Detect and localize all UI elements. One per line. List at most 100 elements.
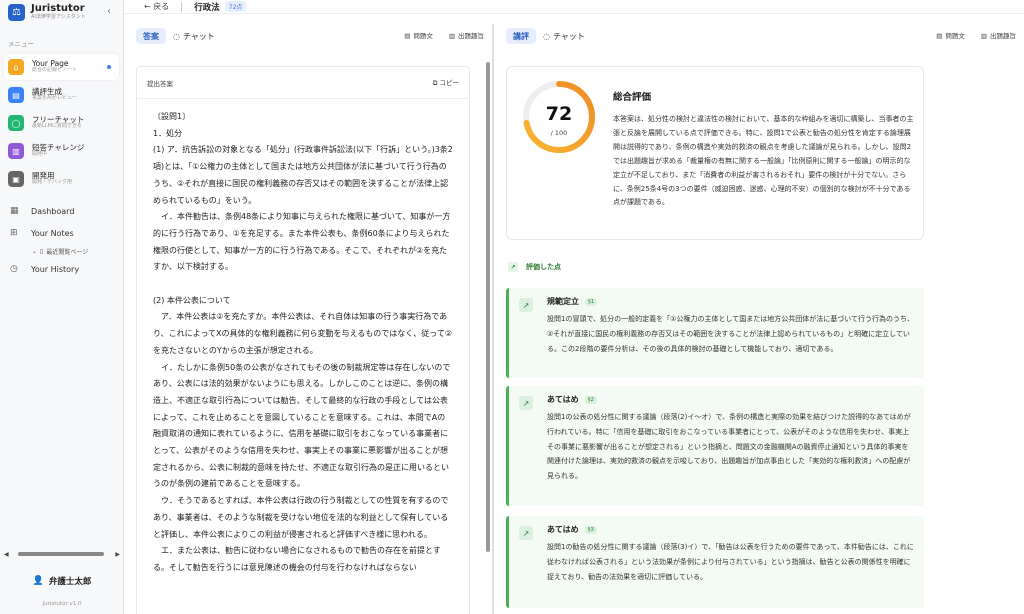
scrollbar-thumb[interactable] [486, 62, 490, 552]
answer-paragraph: イ．たしかに条例50条の公表がなされてもその後の制裁規定等は存在しないのであり、… [153, 362, 451, 489]
scrollbar-thumb[interactable] [17, 552, 104, 556]
question-text-label: 問題文 [413, 32, 433, 40]
good-point-title-text: あてはめ [547, 525, 579, 534]
score-value: 72 [545, 103, 573, 125]
question-text-button[interactable]: ▤ 問題文 [936, 30, 965, 40]
clock-icon: ◷ [10, 264, 18, 274]
sidebar-item-1[interactable]: ▤ 講評生成 答案をAIがレビュー [4, 82, 119, 108]
brand[interactable]: ⚖ Juristutor AI法律学習アシスタント [0, 0, 123, 24]
sidebar-item-subtitle: 答案をAIがレビュー [32, 95, 77, 102]
good-points-label: 評価した点 [526, 263, 561, 271]
sidebar-item-4[interactable]: ▣ 開発用 開発・デバッグ用 [4, 166, 119, 192]
dashboard-label: Dashboard [31, 206, 75, 216]
book-icon: ▥ [8, 143, 24, 159]
arrow-left-icon: ← [144, 2, 151, 11]
score-badge: 72点 [224, 1, 247, 12]
nav-list: ⌂ Your Page 総合の記録とノート ▤ 講評生成 答案をAIがレビュー ◯ フリーチャ… [0, 54, 123, 192]
user-profile[interactable]: 👤 弁護士太郎 [0, 575, 123, 587]
app-root: ⚖ Juristutor AI法律学習アシスタント ‹ メニュー ⌂ Your P… [0, 0, 1024, 614]
copy-button[interactable]: ⧉ コピー [433, 77, 459, 88]
overall-evaluation-card: 72 / 100 総合評価 本答案は、処分性の検討と違法性の検討において、基本的… [506, 66, 924, 240]
score-gauge: 72 / 100 [521, 79, 597, 155]
trending-up-icon: ↗ [519, 298, 533, 312]
sidebar-item-3[interactable]: ▥ 短答チャレンジ 開発中 [4, 138, 119, 164]
scales-icon: ⚖ [8, 3, 25, 21]
grid-icon: ▦ [10, 206, 19, 216]
terminal-icon: ▣ [8, 171, 24, 187]
user-icon: 👤 [32, 576, 44, 586]
answer-tabs: 答案 ◌ チャット ▤ 問題文 ▥ 出題趣旨 [124, 24, 492, 48]
book-icon: ▥ [980, 32, 987, 40]
good-point-title-text: 規範定立 [547, 297, 579, 306]
section-badge: §3 [584, 525, 597, 534]
document-icon: ▤ [936, 32, 943, 40]
document-icon: ▤ [8, 87, 24, 103]
sidebar-item-subtitle: 開発・デバッグ用 [32, 179, 73, 186]
good-point-text: 設問1の勧告の処分性に関する議論（段落(3)イ）で、「勧告は公表を行うための要件… [547, 543, 914, 581]
trending-up-icon: ↗ [508, 262, 518, 272]
answer-vertical-scrollbar[interactable] [486, 62, 490, 614]
good-point-card: ↗ 規範定立 §1 設問1の冒頭で、処分の一般的定義を「①公権力の主体として国または地… [506, 288, 924, 378]
trending-up-icon: ↗ [519, 396, 533, 410]
sidebar-item-2[interactable]: ◯ フリーチャット 最新LLMに質問できる [4, 110, 119, 136]
sidebar-horizontal-scrollbar[interactable]: ◀ ▶ [4, 550, 120, 558]
your-history-label: Your History [31, 264, 80, 274]
question-text-label: 問題文 [945, 32, 965, 40]
divider [181, 1, 183, 12]
sidebar-item-subtitle: 最新LLMに質問できる [32, 123, 82, 130]
answer-card-header: 提出答案 ⧉ コピー [137, 67, 469, 99]
trending-up-icon: ↗ [519, 526, 533, 540]
chat-icon: ◯ [8, 115, 24, 131]
review-panel: 講評 ◌ チャット ▤ 問題文 ▥ 出題趣旨 72 / 100 総合評価 本答案… [494, 24, 1024, 614]
app-version: Juristutor v1.0 [42, 601, 82, 607]
answer-paragraph: 〔設問1〕 [153, 112, 191, 121]
answer-paragraph: (2) 本件公表について [153, 295, 231, 305]
sidebar: ⚖ Juristutor AI法律学習アシスタント ‹ メニュー ⌂ Your P… [0, 0, 124, 614]
book-icon: ▥ [448, 32, 455, 40]
score-max: / 100 [550, 129, 568, 137]
scroll-left-icon[interactable]: ◀ [4, 551, 9, 558]
intent-button[interactable]: ▥ 出題趣旨 [449, 30, 484, 40]
good-point-text: 設問1の公表の処分性に関する議論（段落(2)イ〜オ）で、条例の構造と実際の効果を… [547, 413, 911, 481]
chevron-down-icon: ⌄ [32, 247, 38, 255]
topbar: ← 戻る 行政法 72点 [124, 0, 1024, 14]
tab-answer[interactable]: 答案 [136, 28, 166, 44]
good-point-title: あてはめ §2 [547, 394, 597, 405]
answer-paragraph: エ．また公表は、勧告に従わない場合になされるもので勧告の存在を前提とする。そして… [153, 546, 441, 572]
back-button[interactable]: ← 戻る [144, 1, 169, 12]
answer-paragraph [153, 276, 453, 293]
intent-label: 出題趣旨 [990, 32, 1016, 40]
sidebar-item-subtitle: 開発中 [32, 151, 48, 158]
tab-chat[interactable]: ◌ チャット [166, 28, 222, 44]
good-point-title-text: あてはめ [547, 395, 579, 404]
answer-panel: 答案 ◌ チャット ▤ 問題文 ▥ 出題趣旨 提出答案 ⧉ コピー 〔設問1〕 1．処分… [124, 24, 492, 614]
chat-bubble-icon: ◌ [543, 31, 550, 41]
good-points-heading: ↗ 評価した点 [508, 262, 561, 272]
user-name: 弁護士太郎 [48, 577, 92, 587]
your-notes-link[interactable]: ⊞ Your Notes [0, 222, 123, 244]
your-history-link[interactable]: ◷ Your History [0, 258, 123, 280]
submitted-answer-card: 提出答案 ⧉ コピー 〔設問1〕 1．処分 (1) ア．抗告訴訟の対象となる「処分」… [136, 66, 470, 614]
answer-paragraph: (1) ア．抗告訴訟の対象となる「処分」(行政事件訴訟法(以下「行訴」という。)… [153, 145, 453, 205]
collapse-sidebar-icon[interactable]: ‹ [107, 6, 111, 17]
intent-button[interactable]: ▥ 出題趣旨 [981, 30, 1016, 40]
tab-review[interactable]: 講評 [506, 28, 536, 44]
dashboard-link[interactable]: ▦ Dashboard [0, 200, 123, 222]
good-point-card: ↗ あてはめ §2 設問1の公表の処分性に関する議論（段落(2)イ〜オ）で、条例の構造… [506, 386, 924, 506]
menu-label: メニュー [8, 40, 34, 48]
scrollbar-track[interactable] [12, 552, 113, 556]
sidebar-item-subtitle: 総合の記録とノート [32, 67, 78, 74]
question-text-button[interactable]: ▤ 問題文 [404, 30, 433, 40]
answer-paragraph: イ．本件勧告は、条例48条により知事に与えられた権限に基づいて、知事が一方的に行… [153, 212, 451, 272]
recent-page-label: 最近閲覧ページ [46, 248, 89, 256]
recent-page-link[interactable]: ⌄ ▯ 最近閲覧ページ [0, 244, 123, 258]
copy-label: コピー [439, 79, 460, 87]
tab-chat[interactable]: ◌ チャット [536, 28, 592, 44]
home-icon: ⌂ [8, 59, 24, 75]
good-point-card: ↗ あてはめ §3 設問1の勧告の処分性に関する議論（段落(3)イ）で、「勧告は公表を… [506, 516, 924, 608]
scroll-right-icon[interactable]: ▶ [115, 551, 120, 558]
page-title: 行政法 [194, 2, 220, 13]
intent-label: 出題趣旨 [458, 32, 484, 40]
active-indicator [107, 65, 111, 69]
sidebar-item-0[interactable]: ⌂ Your Page 総合の記録とノート [4, 54, 119, 80]
